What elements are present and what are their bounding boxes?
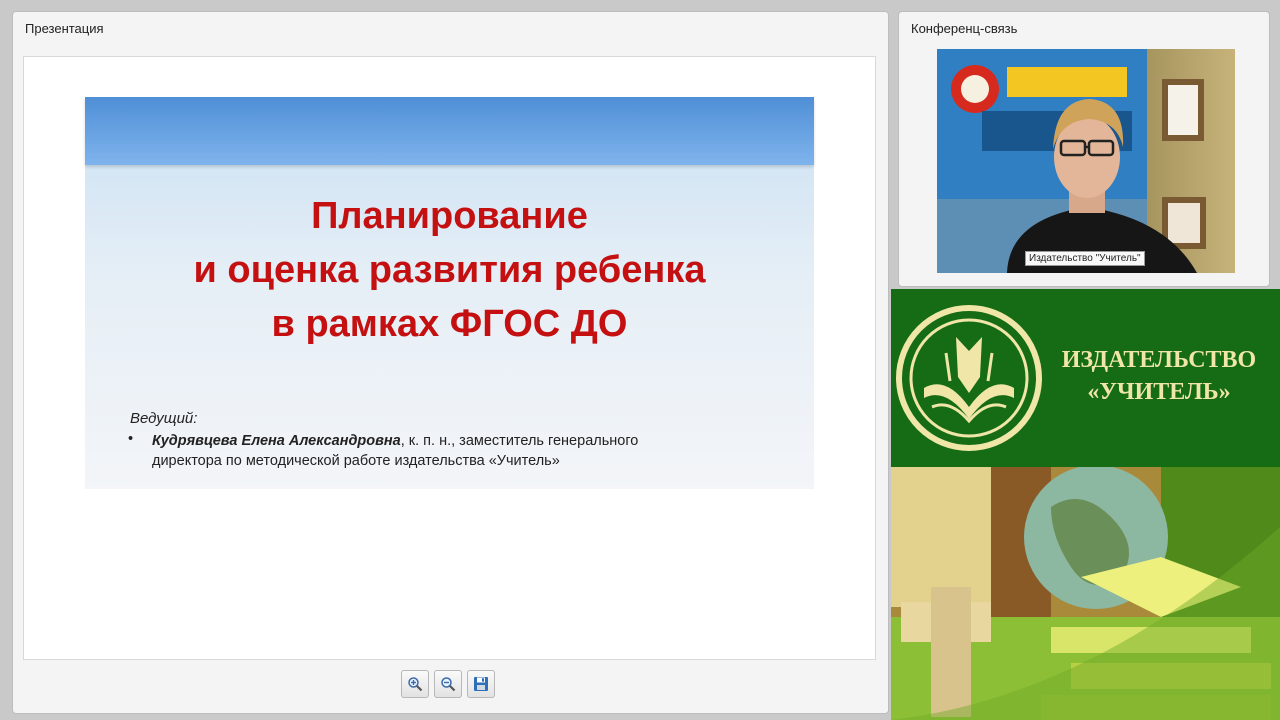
conference-panel-title: Конференц-связь [911, 21, 1018, 36]
brand-text-line-2: «УЧИТЕЛЬ» [1087, 379, 1231, 405]
conference-panel: Конференц-связь Издательство "Учитель" [898, 11, 1270, 287]
slide-viewport: Планирование и оценка развития ребенка в… [23, 56, 876, 660]
brand-text: ИЗДАТЕЛЬСТВО «УЧИТЕЛЬ» [1041, 344, 1277, 408]
presenter-details-line-1: , к. п. н., заместитель генерального [400, 433, 639, 449]
slide-title: Планирование и оценка развития ребенка в… [85, 189, 814, 351]
video-frame-graphic [937, 49, 1206, 273]
slide-header-bar [85, 97, 814, 165]
zoom-out-button[interactable] [434, 670, 462, 698]
presentation-toolbar [401, 670, 495, 698]
publisher-logo-icon [896, 305, 1042, 451]
presenter-details-line-2: директора по методической работе издател… [152, 453, 560, 469]
slide: Планирование и оценка развития ребенка в… [85, 97, 814, 489]
presenter-info: Кудрявцева Елена Александровна, к. п. н.… [152, 431, 752, 471]
brand-text-line-1: ИЗДАТЕЛЬСТВО [1061, 347, 1257, 373]
presenter-name: Кудрявцева Елена Александровна [152, 433, 401, 449]
books-globe-graphic [891, 467, 1280, 720]
brand-banner: ИЗДАТЕЛЬСТВО «УЧИТЕЛЬ» [891, 289, 1280, 467]
save-icon [474, 677, 488, 691]
zoom-in-icon [408, 677, 423, 692]
video-participant-label: Издательство "Учитель" [1025, 251, 1145, 266]
slide-title-line-3: в рамках ФГОС ДО [271, 303, 628, 345]
presentation-panel: Презентация Планирование и оценка развит… [12, 11, 889, 714]
webcam-video: Издательство "Учитель" [937, 49, 1235, 273]
presentation-panel-title: Презентация [25, 21, 104, 36]
save-button[interactable] [467, 670, 495, 698]
zoom-in-button[interactable] [401, 670, 429, 698]
presenter-label: Ведущий: [130, 410, 198, 427]
books-globe-image [891, 467, 1280, 720]
slide-title-line-1: Планирование [311, 195, 588, 237]
bullet: • [128, 431, 134, 447]
slide-title-line-2: и оценка развития ребенка [193, 249, 706, 291]
zoom-out-icon [441, 677, 456, 692]
